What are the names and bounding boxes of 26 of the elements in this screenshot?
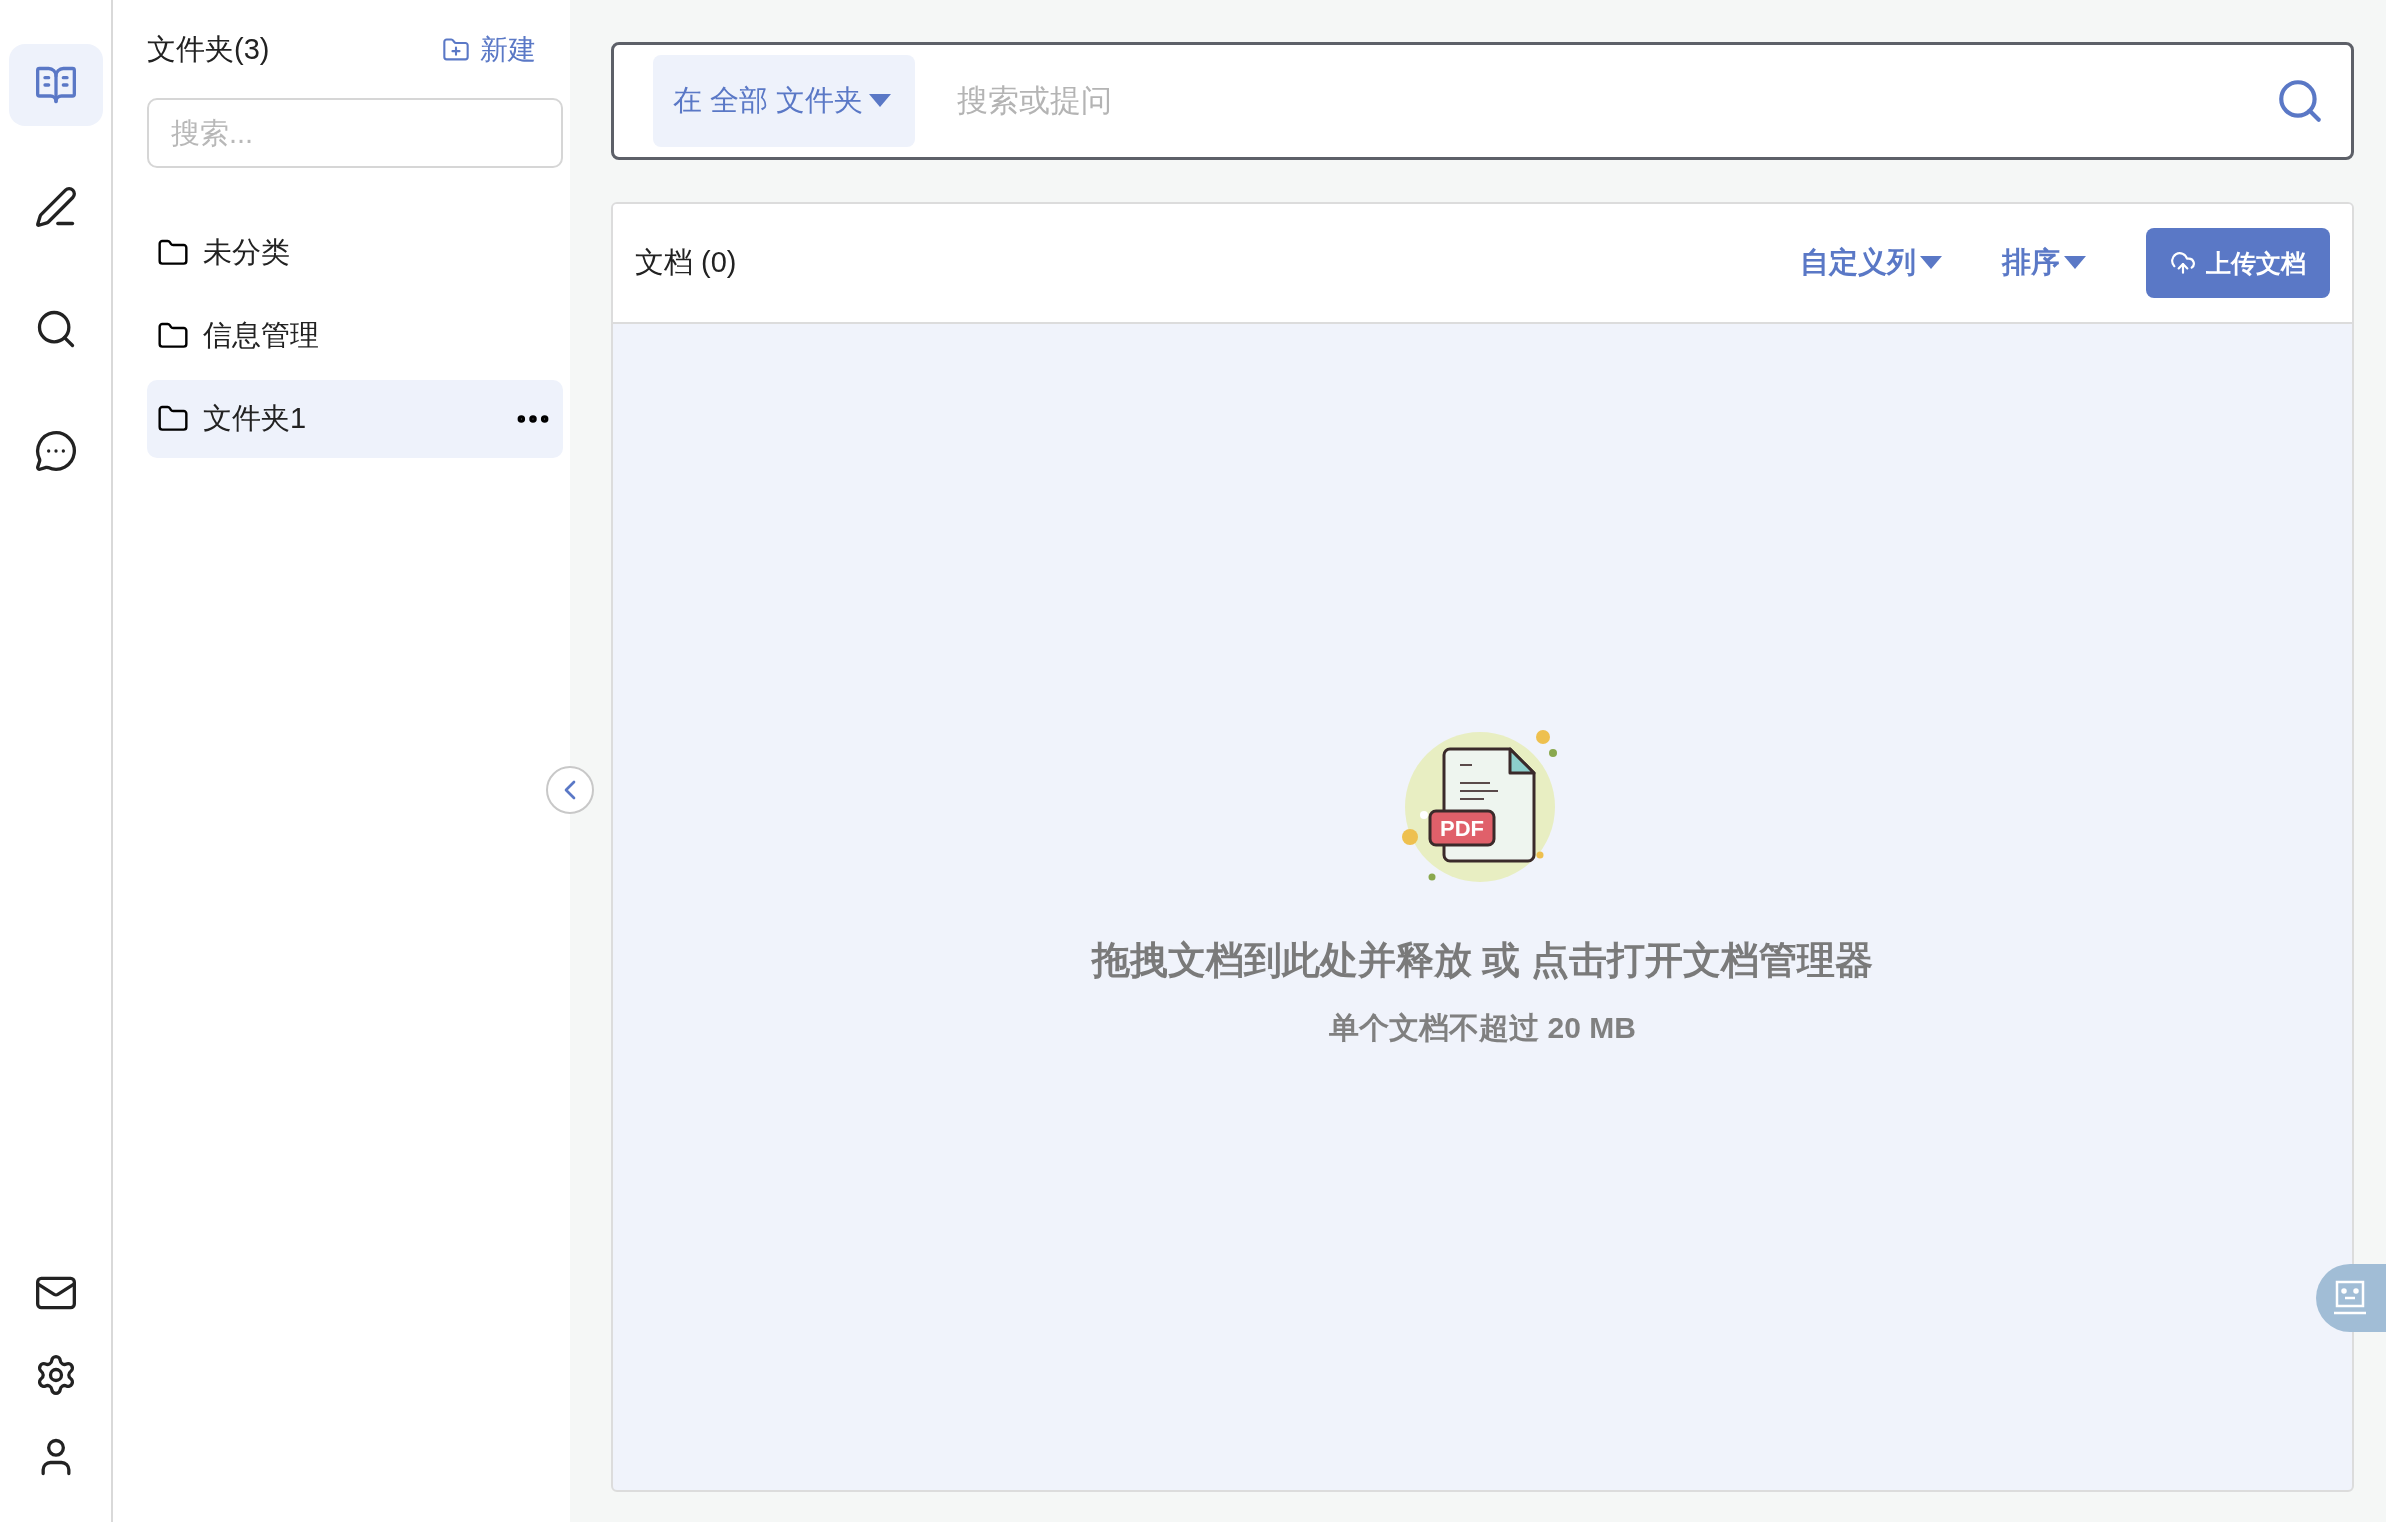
- scope-dropdown[interactable]: 在 全部 文件夹: [653, 55, 916, 147]
- folders-title: 文件夹(3): [147, 32, 270, 67]
- folder-item[interactable]: 信息管理: [147, 297, 563, 375]
- folder-search-field[interactable]: 搜索...: [147, 98, 563, 168]
- folder-item[interactable]: 未分类: [147, 214, 563, 292]
- sort-dropdown[interactable]: 排序: [2002, 243, 2086, 283]
- documents-title: 文档 (0): [635, 245, 738, 280]
- folder-name: 未分类: [203, 235, 291, 270]
- size-limit-note: 单个文档不超过 20 MB: [1329, 1010, 1636, 1046]
- folder-item[interactable]: 文件夹1: [147, 380, 563, 458]
- drop-hint: 拖拽文档到此处并释放 或 点击打开文档管理器: [1091, 938, 1874, 983]
- caret-icon: [869, 94, 892, 108]
- robot-icon: [2334, 1280, 2366, 1316]
- new-folder-button[interactable]: 新建: [442, 31, 536, 69]
- folder-name: 文件夹1: [203, 401, 308, 436]
- search-input[interactable]: 搜索或提问: [955, 82, 2235, 120]
- cloud-upload-icon: [2170, 250, 2196, 276]
- folder-name: 信息管理: [203, 318, 320, 353]
- upload-button[interactable]: 上传文档: [2146, 228, 2330, 298]
- caret-icon: [2064, 256, 2086, 270]
- pencil-icon: [33, 185, 78, 229]
- collapse-panel-button[interactable]: [546, 766, 594, 814]
- pdf-label: PDF: [1439, 816, 1484, 841]
- custom-columns-dropdown[interactable]: 自定义列: [1800, 243, 1942, 283]
- chat-bubble-icon: [33, 429, 78, 473]
- caret-icon: [1920, 256, 1942, 270]
